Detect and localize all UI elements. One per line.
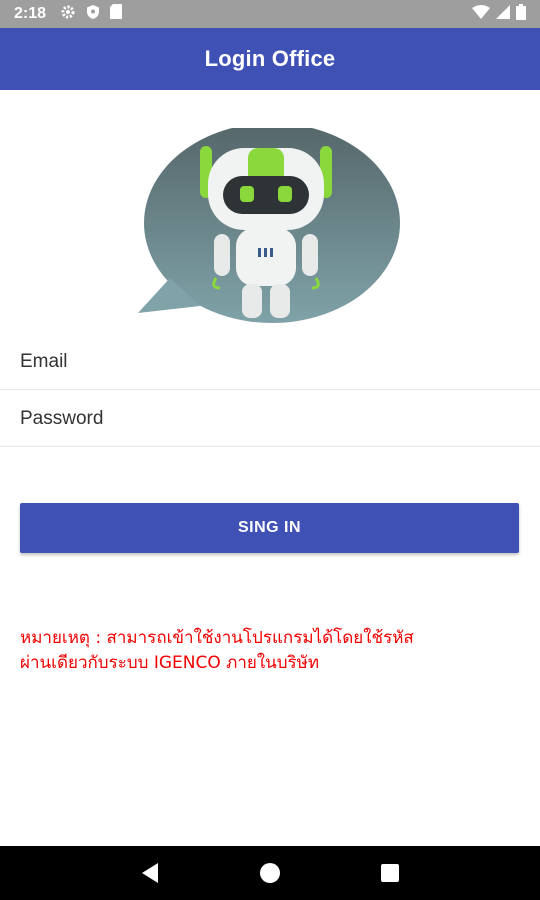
recents-icon[interactable]	[370, 853, 410, 893]
email-input[interactable]	[0, 334, 540, 389]
password-field[interactable]	[0, 391, 540, 447]
login-note: หมายเหตุ : สามารถเข้าใช้งานโปรแกรมได้โดย…	[20, 626, 520, 676]
signal-icon	[496, 4, 510, 24]
sign-in-label: SING IN	[237, 519, 302, 536]
robot-chat-icon	[130, 123, 410, 328]
login-note-line-1: หมายเหตุ : สามารถเข้าใช้งานโปรแกรมได้โดย…	[20, 628, 414, 648]
app-title: Login Office	[204, 46, 336, 71]
home-icon[interactable]	[250, 853, 290, 893]
wifi-icon	[472, 4, 490, 24]
status-time: 2:18	[14, 5, 47, 22]
status-bar: 2:18	[0, 0, 540, 28]
sign-in-button[interactable]: SING IN	[20, 503, 519, 553]
navigation-bar	[0, 846, 540, 900]
app-bar: Login Office	[0, 28, 540, 90]
gear-icon	[60, 4, 76, 25]
email-field[interactable]	[0, 334, 540, 390]
password-input[interactable]	[0, 391, 540, 446]
login-note-line-2: ผ่านเดียวกับระบบ IGENCO ภายในบริษัท	[20, 653, 320, 673]
battery-icon	[516, 3, 526, 25]
sim-card-icon	[110, 4, 123, 24]
back-icon[interactable]	[130, 853, 170, 893]
shield-icon	[86, 4, 100, 25]
